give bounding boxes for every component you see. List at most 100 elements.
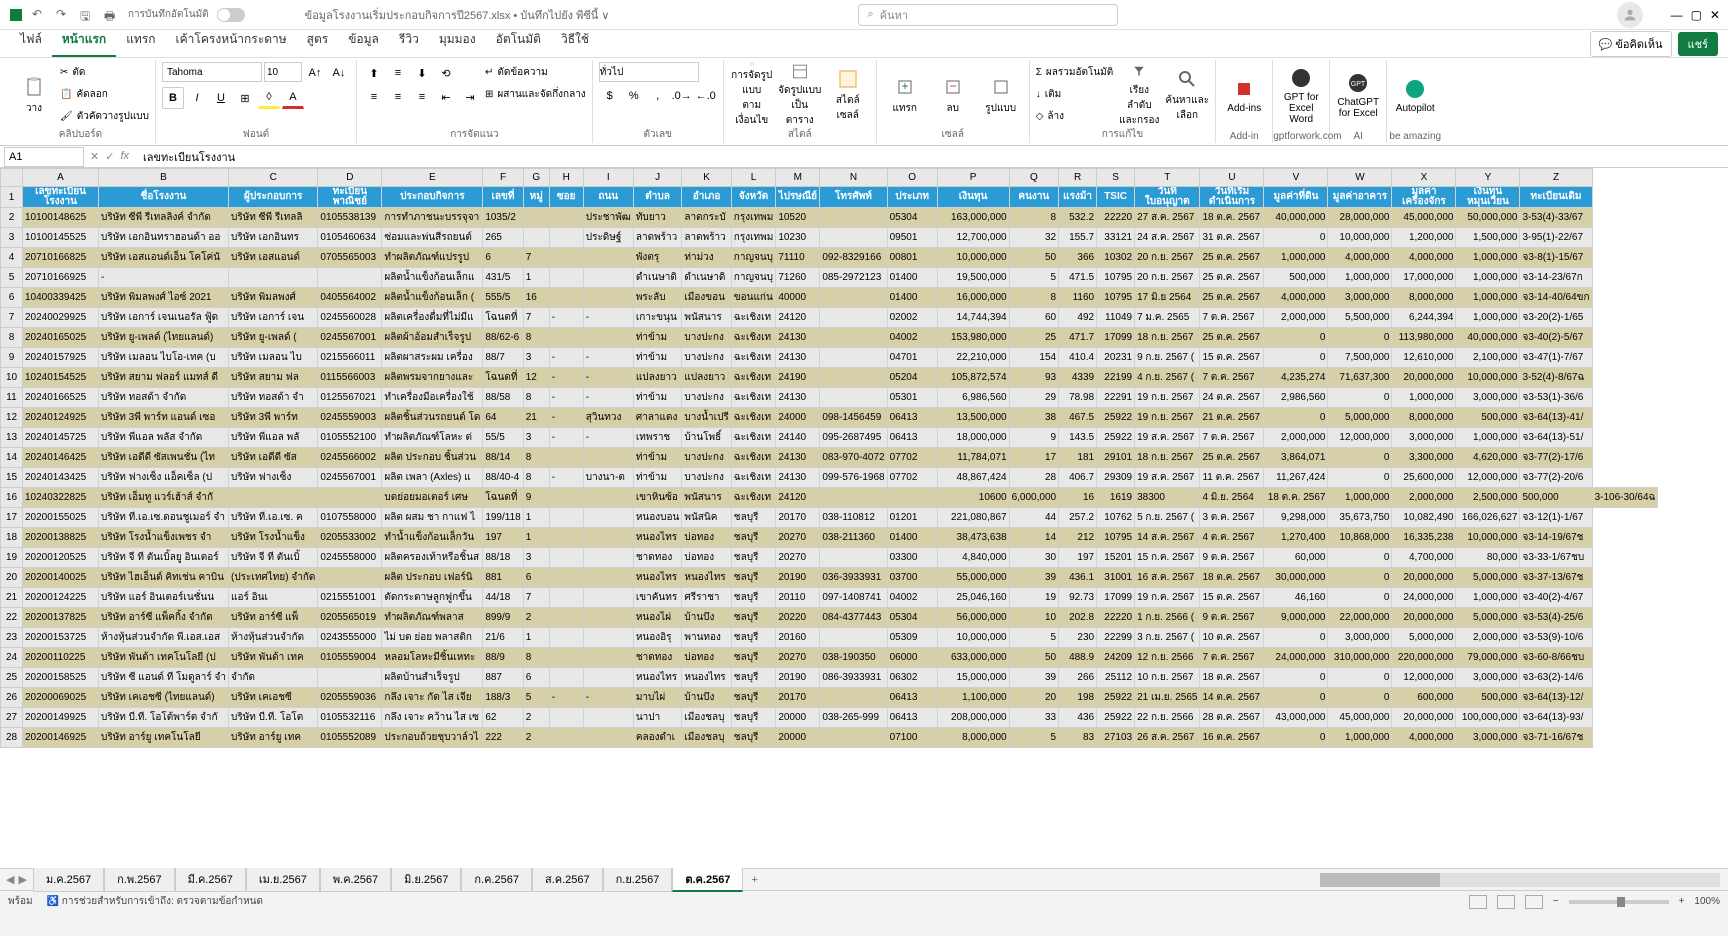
cell-T18[interactable]: 14 ส.ค. 2567 xyxy=(1135,528,1200,548)
cell-Q8[interactable]: 25 xyxy=(1009,328,1059,348)
col-header-T[interactable]: T xyxy=(1135,169,1200,187)
cell-Y20[interactable]: 5,000,000 xyxy=(1456,568,1520,588)
cell-A17[interactable]: 20200155025 xyxy=(23,508,99,528)
cell-O10[interactable]: 05204 xyxy=(887,368,937,388)
cell-Q27[interactable]: 33 xyxy=(1009,708,1059,728)
zoom-in-icon[interactable]: + xyxy=(1679,896,1685,907)
cell-K19[interactable]: บ่อทอง xyxy=(682,548,731,568)
cell-Y23[interactable]: 2,000,000 xyxy=(1456,628,1520,648)
cell-A16[interactable]: 10240322825 xyxy=(23,488,99,508)
cell-T25[interactable]: 10 ก.ย. 2567 xyxy=(1135,668,1200,688)
cell-C2[interactable]: บริษัท ซีพี รีเทลลิ xyxy=(229,208,318,228)
cell-C14[interactable]: บริษัท เอดีดี ซัส xyxy=(229,448,318,468)
grid-scroll[interactable]: ABCDEFGHIJKLMNOPQRSTUVWXYZ1เลขทะเบียน โร… xyxy=(0,168,1728,868)
cell-U3[interactable]: 31 ต.ค. 2567 xyxy=(1200,228,1264,248)
header-cell-R[interactable]: แรงม้า xyxy=(1059,187,1097,208)
gpt-word-button[interactable]: GPT for Excel Word xyxy=(1279,62,1323,128)
cell-R20[interactable]: 436.1 xyxy=(1059,568,1097,588)
cell-J21[interactable]: เขาคันทร xyxy=(633,588,682,608)
cell-X4[interactable]: 4,000,000 xyxy=(1392,248,1456,268)
font-size-select[interactable] xyxy=(264,62,302,82)
cell-B17[interactable]: บริษัท ที.เอ.เซ.ดอนชูเมอร์ จำ xyxy=(99,508,229,528)
col-header-I[interactable]: I xyxy=(583,169,633,187)
cell-X20[interactable]: 20,000,000 xyxy=(1392,568,1456,588)
cell-A28[interactable]: 20200146925 xyxy=(23,728,99,748)
cell-R10[interactable]: 4339 xyxy=(1059,368,1097,388)
cell-E25[interactable]: ผลิตบ้านสำเร็จรูป xyxy=(382,668,483,688)
cell-V10[interactable]: 4,235,274 xyxy=(1264,368,1328,388)
cell-D16[interactable] xyxy=(318,488,382,508)
cell-K9[interactable]: บางปะกง xyxy=(682,348,731,368)
cell-A18[interactable]: 20200138825 xyxy=(23,528,99,548)
cell-Y2[interactable]: 50,000,000 xyxy=(1456,208,1520,228)
cell-P17[interactable]: 221,080,867 xyxy=(937,508,1009,528)
cell-C28[interactable]: บริษัท อาร์ยู เทค xyxy=(229,728,318,748)
cell-J14[interactable]: ท่าข้าม xyxy=(633,448,682,468)
cell-L23[interactable]: ชลบุรี xyxy=(731,628,776,648)
header-cell-U[interactable]: วันที่เริ่ม ดำเนินการ xyxy=(1200,187,1264,208)
align-left-icon[interactable]: ≡ xyxy=(363,86,385,108)
cell-E22[interactable]: ทำผลิตภัณฑ์พลาส xyxy=(382,608,483,628)
col-header-S[interactable]: S xyxy=(1097,169,1135,187)
cell-Z9[interactable]: จ3-47(1)-7/67 xyxy=(1520,348,1592,368)
cell-W24[interactable]: 310,000,000 xyxy=(1328,648,1392,668)
cell-W17[interactable]: 35,673,750 xyxy=(1328,508,1392,528)
col-header-P[interactable]: P xyxy=(937,169,1009,187)
cell-S23[interactable]: 22299 xyxy=(1097,628,1135,648)
cell-L8[interactable]: ฉะเชิงเท xyxy=(731,328,776,348)
cell-T28[interactable]: 26 ส.ค. 2567 xyxy=(1135,728,1200,748)
cell-F23[interactable]: 21/6 xyxy=(483,628,523,648)
col-header-R[interactable]: R xyxy=(1059,169,1097,187)
cell-P2[interactable]: 163,000,000 xyxy=(937,208,1009,228)
row-header-23[interactable]: 23 xyxy=(1,628,23,648)
cell-Z22[interactable]: จ3-53(4)-25/6 xyxy=(1520,608,1592,628)
cell-W8[interactable]: 0 xyxy=(1328,328,1392,348)
view-normal-icon[interactable] xyxy=(1469,895,1487,909)
cell-J16[interactable]: เขาหินซ้อ xyxy=(633,488,682,508)
cell-O27[interactable]: 06413 xyxy=(887,708,937,728)
ribbon-tab-4[interactable]: สูตร xyxy=(297,24,339,57)
cell-E17[interactable]: ผลิต ผสม ชา กาแฟ ไ xyxy=(382,508,483,528)
cell-X14[interactable]: 3,300,000 xyxy=(1392,448,1456,468)
cell-A22[interactable]: 20200137825 xyxy=(23,608,99,628)
row-header-25[interactable]: 25 xyxy=(1,668,23,688)
cell-D9[interactable]: 0215566011 xyxy=(318,348,382,368)
cell-Z8[interactable]: จ3-40(2)-5/67 xyxy=(1520,328,1592,348)
cell-A12[interactable]: 20240124925 xyxy=(23,408,99,428)
cell-I27[interactable] xyxy=(583,708,633,728)
cell-K21[interactable]: ศรีราชา xyxy=(682,588,731,608)
cell-X5[interactable]: 17,000,000 xyxy=(1392,268,1456,288)
cell-S14[interactable]: 29101 xyxy=(1097,448,1135,468)
cell-D11[interactable]: 0125567021 xyxy=(318,388,382,408)
cell-P23[interactable]: 10,000,000 xyxy=(937,628,1009,648)
cell-L7[interactable]: ฉะเชิงเท xyxy=(731,308,776,328)
cell-Z21[interactable]: จ3-40(2)-4/67 xyxy=(1520,588,1592,608)
cell-L18[interactable]: ชลบุรี xyxy=(731,528,776,548)
cell-O28[interactable]: 07100 xyxy=(887,728,937,748)
header-cell-D[interactable]: ทะเบียน พาณิชย์ xyxy=(318,187,382,208)
header-cell-P[interactable]: เงินทุน xyxy=(937,187,1009,208)
cell-B2[interactable]: บริษัท ซีพี รีเทลลิงค์ จำกัด xyxy=(99,208,229,228)
cell-C21[interactable]: แอร์ อินเ xyxy=(229,588,318,608)
cell-I9[interactable]: - xyxy=(583,348,633,368)
cell-Q26[interactable]: 20 xyxy=(1009,688,1059,708)
cell-S8[interactable]: 17099 xyxy=(1097,328,1135,348)
fill-color-button[interactable]: ◊ xyxy=(258,87,280,109)
header-cell-K[interactable]: อำเภอ xyxy=(682,187,731,208)
cell-W22[interactable]: 22,000,000 xyxy=(1328,608,1392,628)
cell-U26[interactable]: 14 ต.ค. 2567 xyxy=(1200,688,1264,708)
cell-N16[interactable] xyxy=(820,488,887,508)
cell-U5[interactable]: 25 ต.ค. 2567 xyxy=(1200,268,1264,288)
search-input[interactable]: ⌕ ค้นหา xyxy=(858,4,1118,26)
cell-M13[interactable]: 24140 xyxy=(776,428,820,448)
autopilot-button[interactable]: Autopilot xyxy=(1393,62,1437,128)
cell-W2[interactable]: 28,000,000 xyxy=(1328,208,1392,228)
cell-M7[interactable]: 24120 xyxy=(776,308,820,328)
cell-M5[interactable]: 71260 xyxy=(776,268,820,288)
cell-X9[interactable]: 12,610,000 xyxy=(1392,348,1456,368)
col-header-Z[interactable]: Z xyxy=(1520,169,1592,187)
cell-F24[interactable]: 88/9 xyxy=(483,648,523,668)
cut-button[interactable]: ✂ ตัด xyxy=(60,62,149,82)
cell-W16[interactable]: 1,000,000 xyxy=(1328,488,1392,508)
cell-L9[interactable]: ฉะเชิงเท xyxy=(731,348,776,368)
